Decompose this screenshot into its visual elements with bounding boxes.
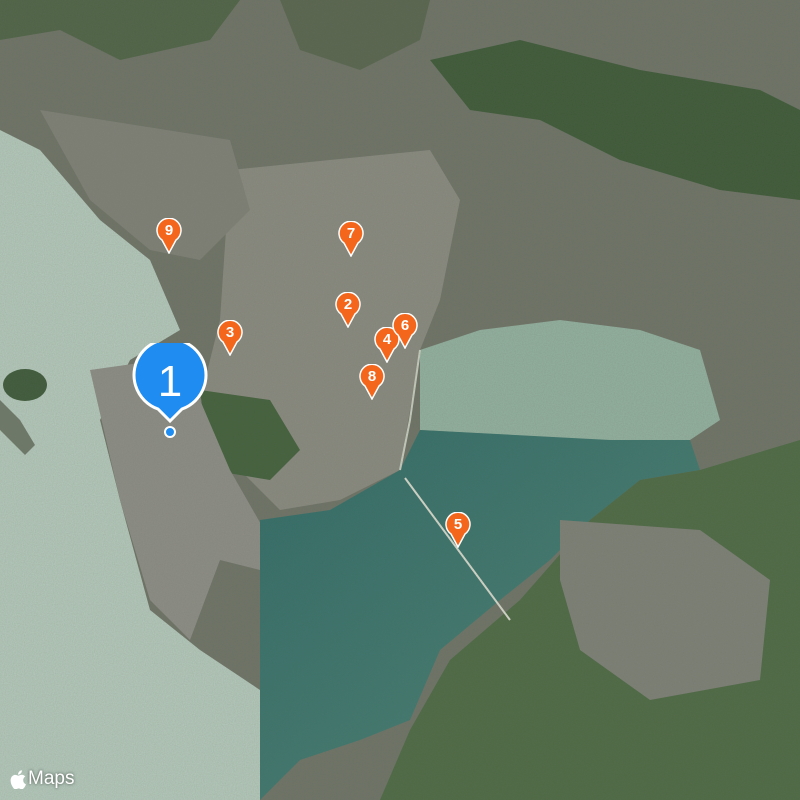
satellite-map[interactable] (0, 0, 800, 800)
map-pin-1-selected[interactable]: 1 (132, 343, 208, 439)
map-pin-9[interactable]: 9 (156, 218, 182, 254)
map-pin-label: 6 (400, 317, 410, 334)
map-pin-6[interactable]: 6 (392, 313, 418, 349)
map-pin-8[interactable]: 8 (359, 364, 385, 400)
map-pin-label: 3 (225, 324, 235, 341)
apple-logo-icon (10, 769, 26, 789)
map-pin-label: 8 (367, 368, 377, 385)
location-dot-icon (164, 426, 176, 438)
map-pin-label: 5 (453, 516, 463, 533)
map-pin-label: 2 (343, 296, 353, 313)
map-pin-2[interactable]: 2 (335, 292, 361, 328)
maps-attribution[interactable]: Maps (10, 768, 74, 790)
map-pin-5[interactable]: 5 (445, 512, 471, 548)
map-pin-label: 9 (164, 222, 174, 239)
map-pin-label: 1 (157, 357, 183, 406)
map-pin-7[interactable]: 7 (338, 221, 364, 257)
map-pin-label: 7 (346, 225, 356, 242)
attribution-text: Maps (28, 768, 75, 789)
map-pin-3[interactable]: 3 (217, 320, 243, 356)
